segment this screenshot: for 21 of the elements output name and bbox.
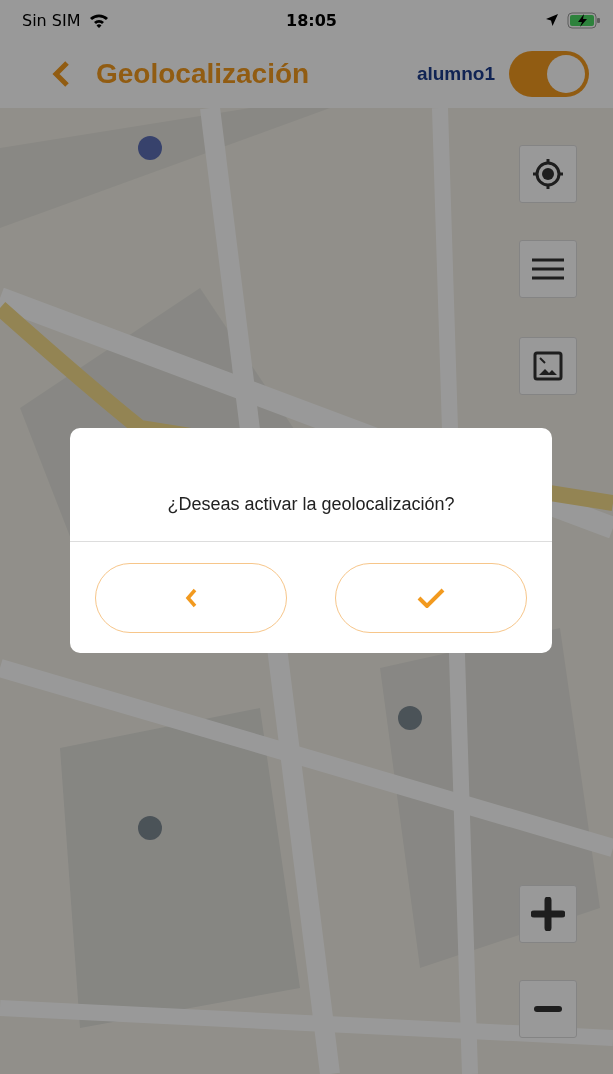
location-arrow-icon [545,13,559,27]
zoom-out-button[interactable] [519,980,577,1038]
page-title: Geolocalización [96,58,311,90]
back-chevron-icon [185,587,197,608]
check-icon [417,587,445,608]
image-icon [533,351,563,381]
zoom-in-button[interactable] [519,885,577,943]
carrier-name: Sin SIM [22,10,81,30]
battery-charging-icon [567,11,601,29]
wifi-icon [88,12,109,28]
user-name: alumno1 [416,63,495,85]
minus-icon [534,1005,562,1013]
clock-time: 18:05 [286,10,337,30]
menu-icon [532,258,564,280]
plus-icon [531,897,565,931]
menu-button[interactable] [519,240,577,298]
map-image-button[interactable] [519,337,577,395]
locate-button[interactable] [519,145,577,203]
dialog-message: ¿Deseas activar la geolocalización? [167,494,455,515]
toggle-switch[interactable] [509,51,589,97]
crosshair-icon [531,157,565,191]
